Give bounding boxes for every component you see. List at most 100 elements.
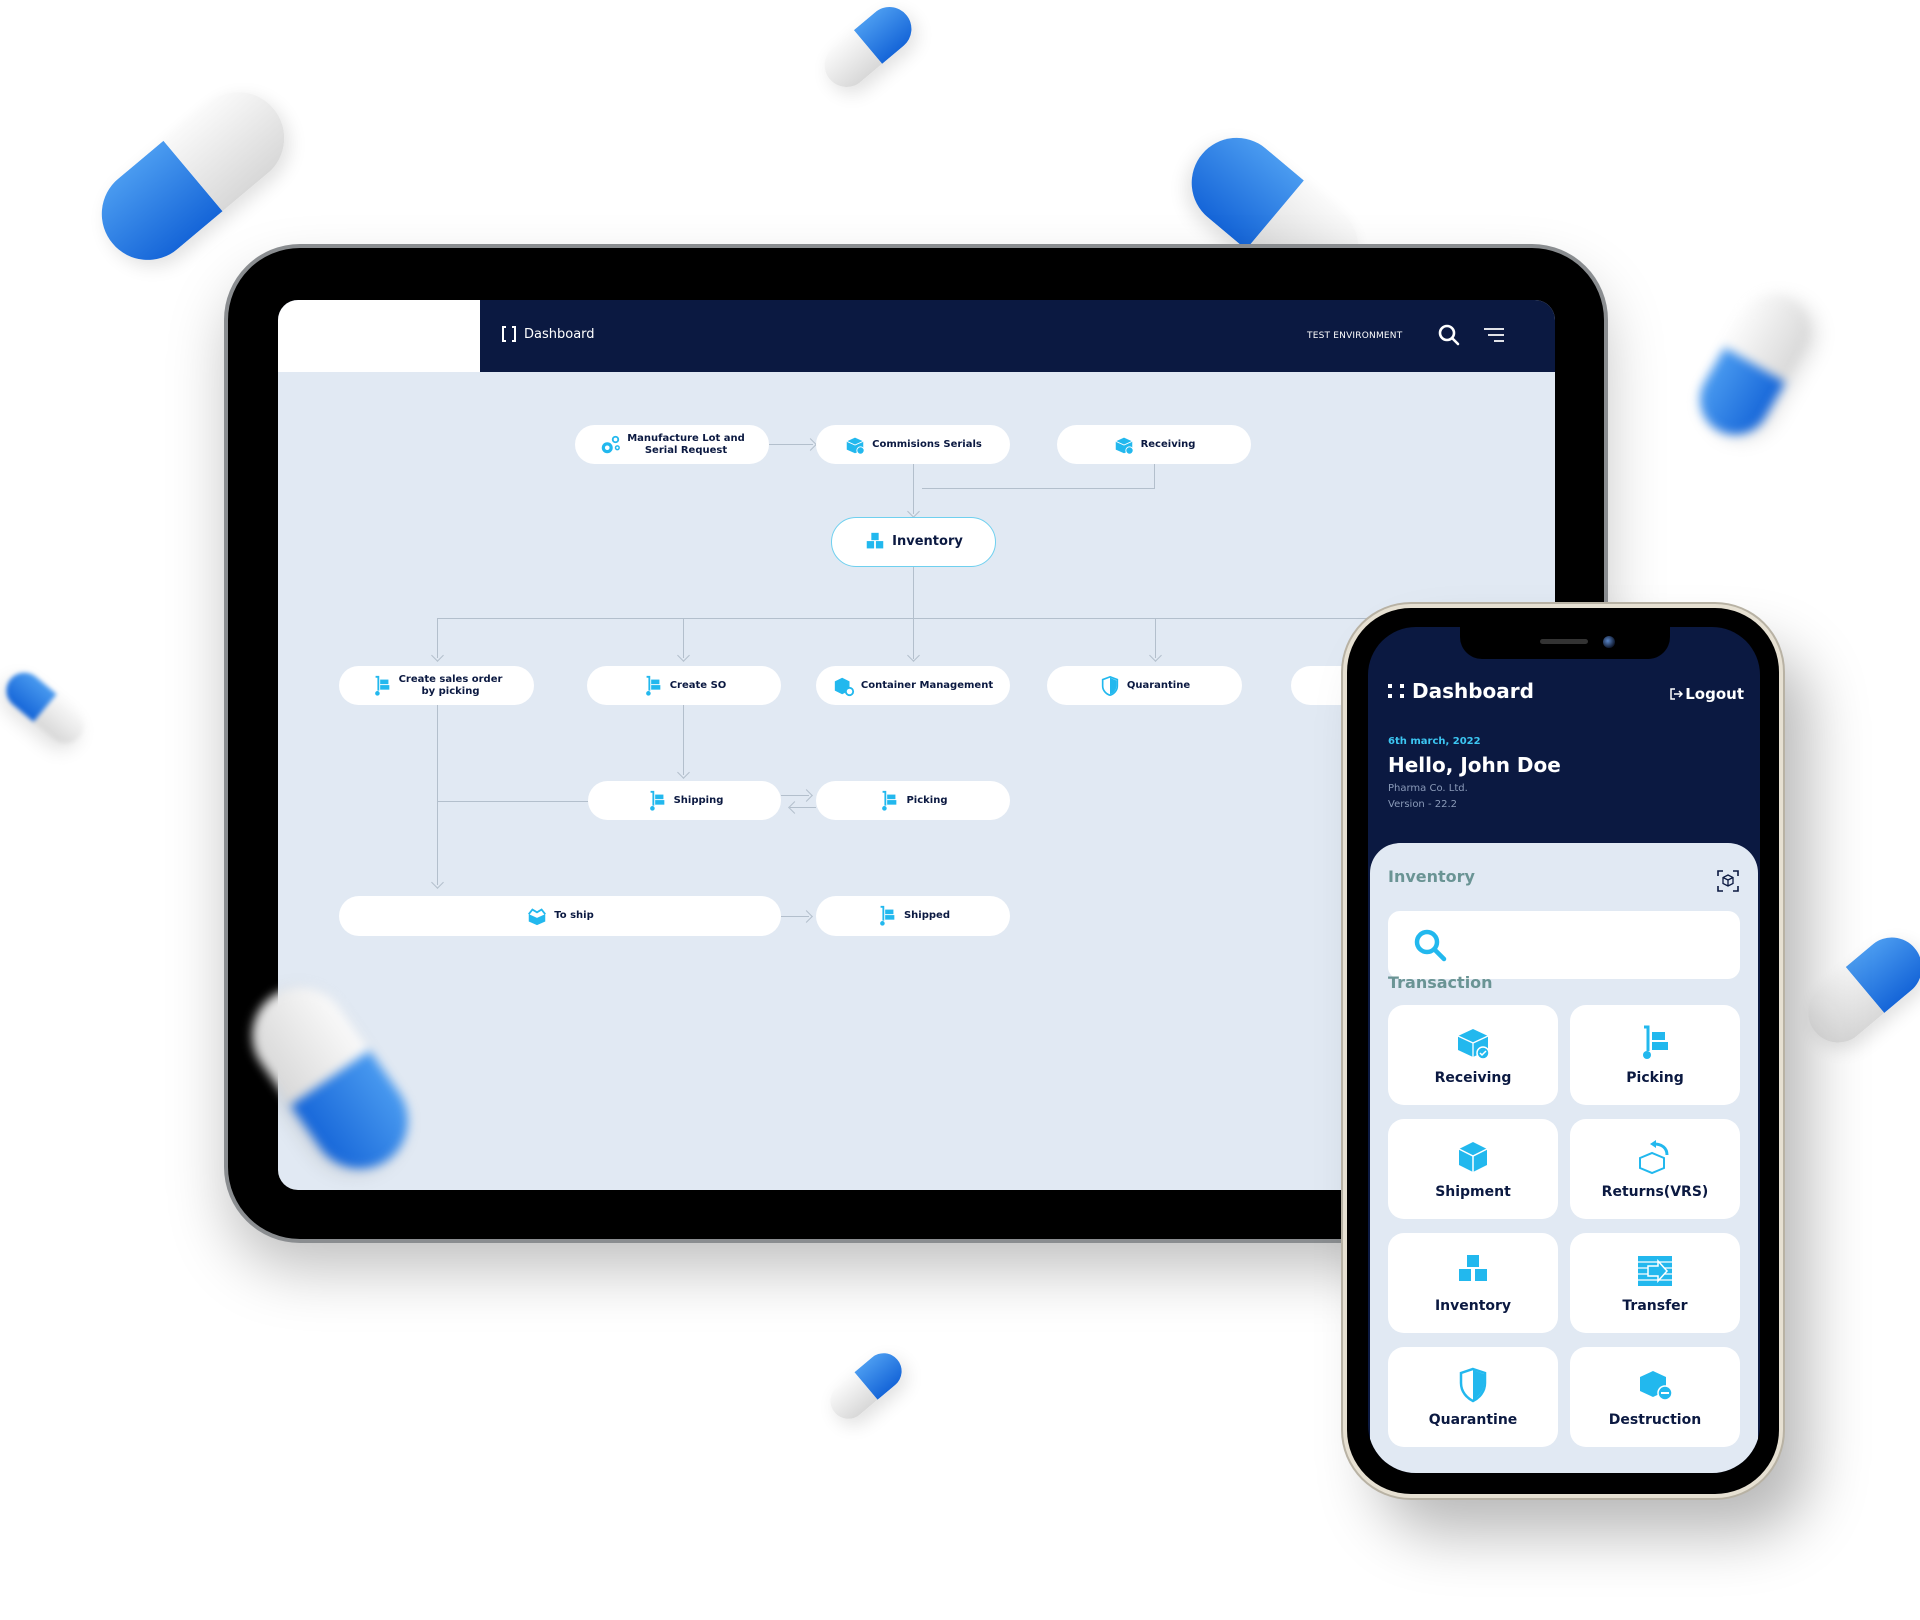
container-gear-icon <box>834 677 854 696</box>
node-label: Create SO <box>669 679 727 691</box>
node-label: Shipping <box>673 794 724 806</box>
sidebar-logo-area <box>278 300 480 372</box>
arrow-down <box>677 649 690 662</box>
tile-receiving[interactable]: Receiving <box>1388 1005 1558 1105</box>
connector <box>437 801 588 802</box>
tile-transfer[interactable]: Transfer <box>1570 1233 1740 1333</box>
arrow-down <box>1149 649 1162 662</box>
arrow-down <box>431 649 444 662</box>
tile-destruction[interactable]: Destruction <box>1570 1347 1740 1447</box>
tile-label: Shipment <box>1435 1184 1511 1200</box>
node-label: Inventory <box>892 534 963 549</box>
date-text: 6th march, 2022 <box>1388 736 1481 747</box>
tile-label: Quarantine <box>1428 1412 1518 1428</box>
search-icon <box>1414 929 1447 962</box>
hand-truck-icon <box>374 675 389 696</box>
node-container-management[interactable]: Container Management <box>816 666 1010 705</box>
dashboard-title: Dashboard <box>524 326 595 342</box>
boxes-icon <box>866 532 884 549</box>
pill-decoration <box>823 1345 909 1427</box>
company-name: Pharma Co. Ltd. <box>1388 783 1468 794</box>
box-check-icon <box>1457 1029 1490 1060</box>
logout-label: Logout <box>1685 685 1744 703</box>
pill-decoration <box>82 73 304 279</box>
node-create-so[interactable]: Create SO <box>587 666 781 705</box>
tile-label: Returns(VRS) <box>1601 1184 1709 1200</box>
shield-icon <box>1101 675 1119 696</box>
pill-decoration <box>0 665 92 751</box>
connector <box>683 705 684 775</box>
tile-label: Receiving <box>1434 1070 1512 1086</box>
tile-returns[interactable]: Returns(VRS) <box>1570 1119 1740 1219</box>
tile-inventory[interactable]: Inventory <box>1388 1233 1558 1333</box>
node-shipped[interactable]: Shipped <box>816 896 1010 936</box>
shield-icon <box>1459 1367 1487 1403</box>
node-inventory[interactable]: Inventory <box>831 517 996 567</box>
node-label: Picking <box>906 794 948 806</box>
phone-screen: Dashboard Logout 6th march, 2022 Hello, … <box>1368 627 1760 1473</box>
tablet-header: Dashboard TEST ENVIRONMENT <box>278 300 1555 372</box>
node-manufacture-lot[interactable]: Manufacture Lot and Serial Request <box>575 425 769 464</box>
arrow-down <box>907 505 920 518</box>
node-shipping[interactable]: Shipping <box>588 781 781 820</box>
search-icon[interactable] <box>1438 324 1460 346</box>
box-return-icon <box>1639 1140 1669 1175</box>
dashboard-icon <box>1388 684 1404 698</box>
phone-dashboard-title[interactable]: Dashboard <box>1388 679 1534 703</box>
connector <box>922 488 1155 489</box>
logout-icon <box>1670 688 1684 700</box>
version-text: Version - 22.2 <box>1388 799 1458 810</box>
node-to-ship[interactable]: To ship <box>339 896 781 936</box>
pill-decoration <box>1687 282 1823 448</box>
node-receiving[interactable]: Receiving <box>1057 425 1251 464</box>
tile-label: Inventory <box>1434 1298 1512 1314</box>
node-quarantine[interactable]: Quarantine <box>1047 666 1242 705</box>
connector <box>913 567 914 659</box>
node-label: Shipped <box>903 910 950 921</box>
tile-quarantine[interactable]: Quarantine <box>1388 1347 1558 1447</box>
hand-truck-icon <box>649 790 664 811</box>
inventory-section-label: Inventory <box>1388 867 1475 886</box>
arrow-down <box>677 766 690 779</box>
logout-button[interactable]: Logout <box>1669 685 1744 703</box>
hand-truck-icon <box>645 675 661 696</box>
node-label: Receiving <box>1140 438 1196 450</box>
tile-picking[interactable]: Picking <box>1570 1005 1740 1105</box>
pill-decoration <box>815 0 921 96</box>
box-icon <box>1458 1142 1488 1172</box>
hand-truck-icon <box>1643 1025 1668 1059</box>
node-label: by picking <box>421 685 480 697</box>
phone-content-panel: Inventory Transaction Receiving Picking … <box>1370 843 1758 1473</box>
node-create-sales-order[interactable]: Create sales order by picking <box>339 666 534 705</box>
hand-truck-icon <box>882 790 897 811</box>
dashboard-link[interactable]: Dashboard <box>502 326 595 342</box>
environment-badge: TEST ENVIRONMENT <box>1307 331 1403 341</box>
arrow-right <box>800 789 813 802</box>
gears-icon <box>601 435 621 453</box>
node-label: Quarantine <box>1126 679 1191 691</box>
transaction-section-label: Transaction <box>1388 973 1493 992</box>
box-check-icon <box>1115 437 1134 455</box>
inventory-search-input[interactable] <box>1388 911 1740 979</box>
node-label: Create sales order <box>398 673 503 685</box>
node-commissions-serials[interactable]: Commisions Serials <box>816 425 1010 464</box>
node-picking[interactable]: Picking <box>816 781 1010 820</box>
greeting: Hello, John Doe <box>1388 753 1561 777</box>
arrow-right <box>800 910 813 923</box>
dashboard-label: Dashboard <box>1412 679 1534 703</box>
box-minus-icon <box>1640 1371 1673 1401</box>
node-label: Manufacture Lot and <box>627 432 745 444</box>
scan-box-icon[interactable] <box>1716 869 1740 893</box>
connector <box>1154 464 1155 488</box>
tile-label: Picking <box>1626 1070 1684 1086</box>
tile-shipment[interactable]: Shipment <box>1388 1119 1558 1219</box>
menu-icon[interactable] <box>1482 326 1506 344</box>
tile-label: Transfer <box>1622 1298 1688 1314</box>
box-check-icon <box>846 437 865 455</box>
node-label: Serial Request <box>644 444 728 456</box>
connector <box>437 705 438 885</box>
dashboard-icon <box>502 326 516 342</box>
arrow-right <box>804 438 817 451</box>
tile-label: Destruction <box>1608 1412 1702 1428</box>
boxes-icon <box>1459 1255 1487 1281</box>
